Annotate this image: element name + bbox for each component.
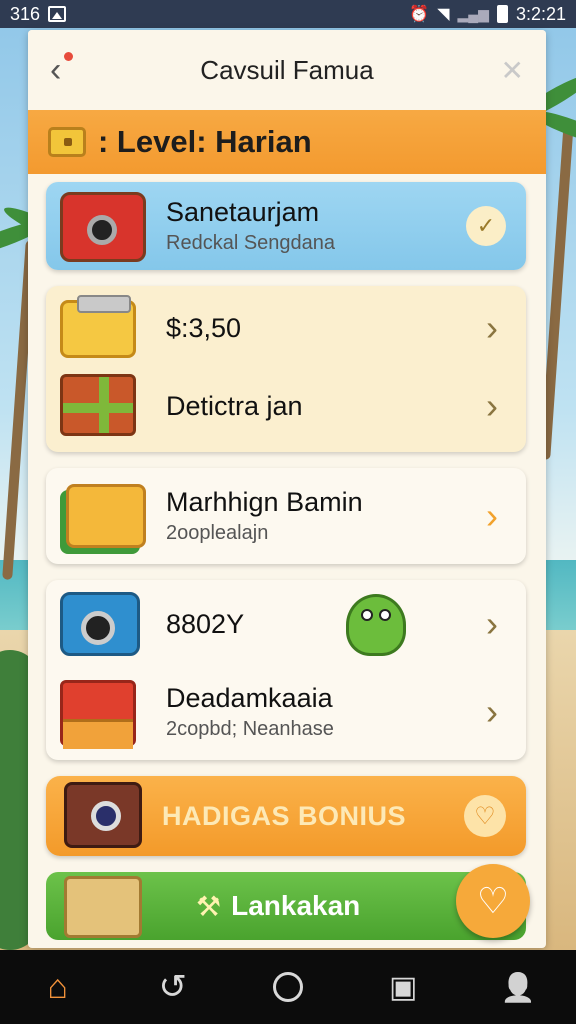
alarm-icon: ⏰ xyxy=(409,6,430,23)
chevron-right-icon[interactable]: › xyxy=(486,495,498,537)
check-icon[interactable]: ✓ xyxy=(466,206,506,246)
rewards-panel: ‹ Cavsuil Famua ✕ : Level: Harian Saneta… xyxy=(28,30,546,948)
item-subtitle: 2copbd; Neanhase xyxy=(166,718,334,740)
wifi-icon: ◥ xyxy=(437,6,450,23)
nav-chat[interactable]: ▣ xyxy=(373,957,433,1017)
stacked-gifts-icon xyxy=(60,680,136,749)
battery-icon xyxy=(496,5,508,23)
item-title: 8802Y xyxy=(166,608,245,639)
continue-button-content: ⚒ Lankakan xyxy=(196,890,360,923)
home-icon: ⌂ xyxy=(47,967,68,1006)
camera-icon xyxy=(60,592,140,656)
bonus-button[interactable]: HADIGAS BONIUS ♡ xyxy=(46,776,526,856)
profile-icon: 👤 xyxy=(500,971,536,1003)
status-bar: 316 ⏰ ◥ ▂▄▆ 3:2:21 xyxy=(0,0,576,28)
panel-header: ‹ Cavsuil Famua ✕ xyxy=(28,30,546,110)
level-banner: : Level: Harian xyxy=(28,110,546,174)
image-notification-icon xyxy=(48,6,67,22)
reward-card-1[interactable]: Sanetaurjam Redckal Sengdana ✓ xyxy=(46,182,526,270)
status-time: 3:2:21 xyxy=(515,3,566,24)
chevron-right-icon[interactable]: › xyxy=(486,603,498,645)
reward-card-2: $:3,50 › Detictra jan › xyxy=(46,286,526,452)
continue-button[interactable]: ⚒ Lankakan xyxy=(46,872,526,940)
item-title: Detictra jan xyxy=(166,390,303,421)
back-arrow-icon: ‹ xyxy=(50,51,62,89)
reward-card-4: 8802Y › Deadamkaaia 2copbd; Neanhase › xyxy=(46,580,526,760)
robot-icon: ▣ xyxy=(388,970,418,1004)
list-item[interactable]: 8802Y › xyxy=(46,584,526,664)
chevron-right-icon[interactable]: › xyxy=(486,385,498,427)
bonus-button-label: HADIGAS BONIUS xyxy=(162,800,407,831)
tools-icon: ⚒ xyxy=(196,890,222,922)
bottom-navigation: ⌂ ↺ ▣ 👤 xyxy=(0,950,576,1024)
dragon-mascot-icon xyxy=(346,594,406,656)
notification-dot xyxy=(64,52,73,61)
level-label: : Level: Harian xyxy=(98,124,312,159)
list-item[interactable]: Detictra jan › xyxy=(46,366,526,446)
circle-icon xyxy=(272,972,303,1002)
signal-icon: ▂▄▆ xyxy=(457,5,489,22)
page-title: Cavsuil Famua xyxy=(200,54,374,85)
item-title: $:3,50 xyxy=(166,312,242,343)
nav-home-circle[interactable] xyxy=(258,957,318,1017)
back-button[interactable]: ‹ xyxy=(50,51,82,89)
list-item[interactable]: $:3,50 › xyxy=(46,288,526,368)
yellow-chest-icon xyxy=(60,295,136,358)
chevron-right-icon[interactable]: › xyxy=(486,307,498,349)
chevron-right-icon[interactable]: › xyxy=(486,691,498,733)
heart-icon: ♡ xyxy=(476,880,510,921)
gift-box-icon xyxy=(60,374,136,436)
item-title: Deadamkaaia xyxy=(166,683,333,713)
basket-icon xyxy=(64,876,142,938)
item-subtitle: 2ooplealajn xyxy=(166,522,269,544)
item-title: Marhhign Bamin xyxy=(166,487,363,517)
nav-home[interactable]: ⌂ xyxy=(28,957,88,1017)
reward-card-3[interactable]: Marhhign Bamin 2ooplealajn › xyxy=(46,468,526,564)
list-item[interactable]: Marhhign Bamin 2ooplealajn › xyxy=(46,476,526,556)
gold-chest-icon xyxy=(66,484,146,548)
close-icon[interactable]: ✕ xyxy=(501,54,524,87)
nav-back[interactable]: ↺ xyxy=(143,957,203,1017)
heart-icon[interactable]: ♡ xyxy=(464,795,506,837)
list-item[interactable]: Deadamkaaia 2copbd; Neanhase › xyxy=(46,672,526,752)
continue-button-label: Lankakan xyxy=(231,890,361,921)
undo-icon: ↺ xyxy=(158,968,188,1006)
chest-icon xyxy=(48,127,86,157)
item-subtitle: Redckal Sengdana xyxy=(166,232,336,254)
status-left-text: 316 xyxy=(10,3,41,24)
camera-bag-icon xyxy=(60,192,146,262)
item-title: Sanetaurjam xyxy=(166,197,320,227)
nav-profile[interactable]: 👤 xyxy=(488,957,548,1017)
favorite-fab-button[interactable]: ♡ xyxy=(456,864,530,938)
retro-camera-icon xyxy=(64,782,142,848)
list-item[interactable]: Sanetaurjam Redckal Sengdana ✓ xyxy=(46,186,526,266)
